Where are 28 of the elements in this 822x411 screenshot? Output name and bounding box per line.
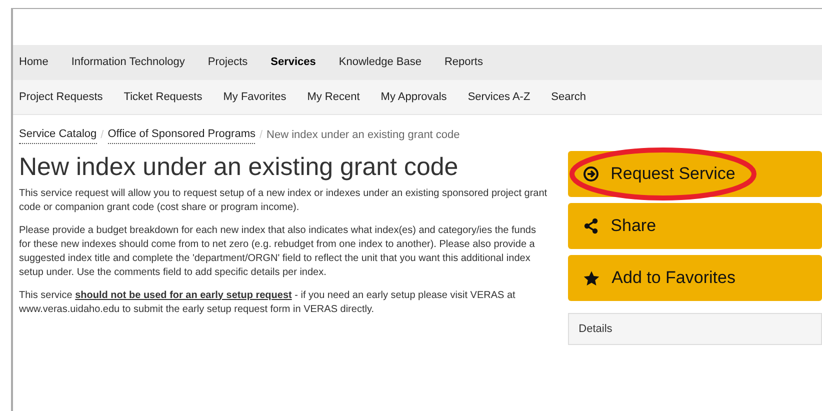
breadcrumb-link[interactable]: Service Catalog bbox=[19, 126, 97, 144]
breadcrumb-separator: / bbox=[100, 128, 105, 142]
breadcrumb-link[interactable]: Office of Sponsored Programs bbox=[108, 126, 256, 144]
action-button[interactable]: Add to Favorites bbox=[568, 255, 822, 301]
description-paragraph: Please provide a budget breakdown for each new index that also indicates what index(es) and category/ies the funds for these new indexes should come from to net zero (e.g. rebudget from one index to another). Please also provide a suggested index title and complete the 'department/ORGN' field to reflect the unit that you want this additional index setup under. Use the comments field to add specific details per index. bbox=[19, 224, 537, 280]
nav-link[interactable]: My Favorites bbox=[223, 88, 286, 106]
nav-link[interactable]: Knowledge Base bbox=[338, 54, 422, 71]
nav-link[interactable]: Search bbox=[551, 88, 586, 106]
nav-link[interactable]: My Recent bbox=[307, 88, 360, 106]
nav-link[interactable]: My Approvals bbox=[380, 88, 447, 106]
breadcrumb-current: New index under an existing grant code bbox=[266, 128, 460, 142]
description-paragraph: This service request will allow you to request setup of a new index or indexes under an existing sponsored project grant code or companion grant code (cost share or program income). bbox=[19, 186, 548, 214]
nav-link[interactable]: Home bbox=[19, 54, 48, 71]
nav-link[interactable]: Reports bbox=[444, 54, 483, 71]
action-button[interactable]: Share bbox=[568, 203, 822, 249]
details-title: Details bbox=[578, 322, 612, 337]
breadcrumb-separator: / bbox=[258, 128, 264, 142]
nav-link[interactable]: Services A-Z bbox=[468, 88, 530, 106]
share-icon bbox=[582, 218, 599, 234]
page-title: New index under an existing grant code bbox=[19, 152, 460, 182]
nav-link[interactable]: Project Requests bbox=[19, 88, 103, 106]
nav-link[interactable]: Ticket Requests bbox=[124, 88, 202, 106]
nav-link[interactable]: Information Technology bbox=[71, 54, 185, 71]
nav-link[interactable]: Projects bbox=[208, 54, 248, 71]
nav-link[interactable]: Services bbox=[270, 54, 316, 71]
star-icon bbox=[582, 270, 600, 286]
description-paragraph: This service should not be used for an early setup request - if you need an early setup please visit VERAS at www.veras.uidaho.edu to submit the early setup request form in VERAS directly. bbox=[19, 288, 516, 316]
arrow-circle-icon bbox=[582, 166, 599, 182]
